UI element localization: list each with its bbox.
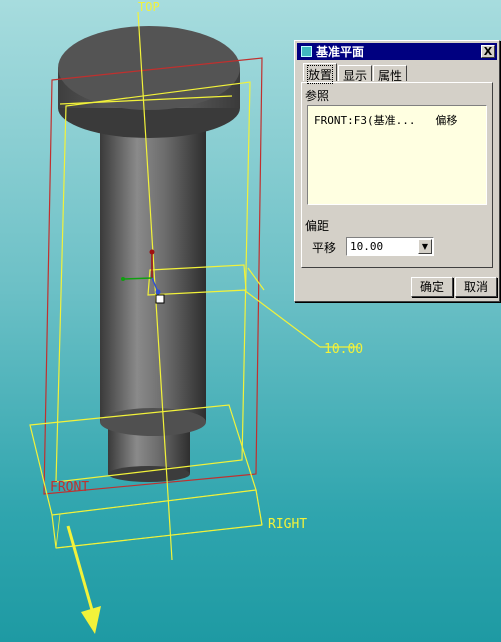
close-button[interactable]: X [481, 45, 495, 58]
drag-handle[interactable] [155, 294, 165, 304]
label-top: TOP [138, 0, 160, 14]
ok-button[interactable]: 确定 [411, 277, 453, 297]
dialog-title-bar[interactable]: 基准平面 X [297, 43, 497, 60]
tab-display[interactable]: 显示 [338, 65, 373, 83]
label-front: FRONT [50, 480, 89, 495]
translation-value[interactable]: 10.00 [350, 240, 383, 253]
translation-value-combobox[interactable]: 10.00 ▼ [346, 237, 434, 256]
offset-dimension[interactable]: 10.00 [324, 342, 363, 357]
datum-plane-icon [301, 46, 312, 57]
chevron-down-icon[interactable]: ▼ [418, 239, 432, 254]
label-right: RIGHT [268, 517, 307, 532]
cancel-button[interactable]: 取消 [455, 277, 497, 297]
direction-arrow-icon[interactable] [66, 525, 101, 634]
reference-item[interactable]: FRONT:F3(基准... 偏移 [314, 114, 457, 127]
tab-placement[interactable]: 放置 [303, 63, 338, 84]
references-list[interactable]: FRONT:F3(基准... 偏移 [307, 105, 487, 205]
placement-panel: 参照 FRONT:F3(基准... 偏移 偏距 平移 10.00 ▼ [301, 82, 493, 268]
bolt-shaft [100, 92, 206, 436]
bolt-head [58, 26, 240, 138]
offset-label: 偏距 [305, 219, 330, 233]
dialog-tabs: 放置 显示 属性 [303, 63, 408, 84]
dialog-title: 基准平面 [316, 45, 365, 59]
datum-plane-dialog: 基准平面 X 放置 显示 属性 参照 FRONT:F3(基准... 偏移 偏距 … [294, 40, 500, 302]
translation-label: 平移 [312, 241, 337, 255]
references-label: 参照 [305, 89, 330, 103]
tab-properties[interactable]: 属性 [373, 65, 408, 83]
